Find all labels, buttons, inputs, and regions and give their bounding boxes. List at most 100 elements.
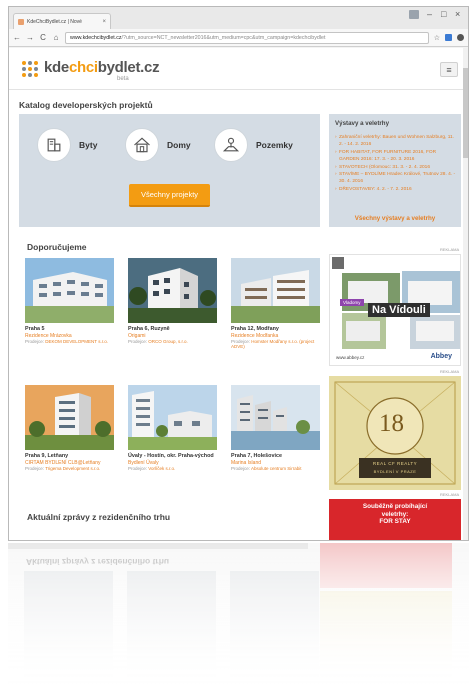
ad3-line1: Souběžně probíhající: [362, 503, 428, 510]
logo-dots-icon: [22, 61, 38, 77]
browser-tab[interactable]: KdeChciBydlet.cz | Nové ×: [13, 13, 111, 29]
project-card[interactable]: Praha 6, Ruzyně Origami Prodejce: ORCO G…: [128, 258, 217, 344]
project-photo: [231, 385, 320, 450]
reflection-content: Aktuální zprávy z rezidenčního trhu: [8, 543, 469, 687]
developer-prefix: Prodejce:: [128, 465, 148, 471]
project-card[interactable]: Úvaly - Hostín, okr. Praha-východ Bydlen…: [128, 385, 217, 471]
category-pozemky[interactable]: Pozemky: [214, 128, 293, 162]
exhibition-link[interactable]: DŘEVOSTAVBY: 4. 2. - 7. 2. 2016: [335, 186, 457, 194]
card-developer: Prodejce: Vorlíček s.r.o.: [128, 466, 217, 472]
forward-icon[interactable]: →: [26, 33, 34, 42]
card-developer: Prodejce: DEKOM DEVELOPMENT s.r.o.: [25, 339, 114, 345]
recommended-title: Doporučujeme: [27, 242, 87, 252]
address-bar[interactable]: www.kdechcibydlet.cz /?utm_source=NCT_ne…: [65, 31, 429, 44]
house-icon: [125, 128, 159, 162]
category-domy[interactable]: Domy: [125, 128, 191, 162]
card-location: Úvaly - Hostín, okr. Praha-východ: [128, 453, 214, 459]
ad2-line2: BYDLENÍ V PRAZE: [373, 469, 417, 474]
card-developer: Prodejce: ORCO Group, s.r.o.: [128, 339, 217, 345]
profile-icon[interactable]: [409, 10, 419, 19]
bookmark-star-icon[interactable]: ☆: [434, 34, 440, 42]
extension-icon[interactable]: [445, 34, 452, 41]
close-icon[interactable]: ×: [455, 9, 460, 19]
category-byty[interactable]: Byty: [37, 128, 97, 162]
ad1-url: www.abbey.cz: [336, 355, 365, 360]
project-card[interactable]: Praha 12, Modřany Rezidence Modřanka Pro…: [231, 258, 320, 350]
ad-banner-na-vidouli[interactable]: Vladomy Na Vídouli www.abbey.cz Abbey: [329, 254, 461, 366]
card-developer: Prodejce: Absolute centrum Sirrabit: [231, 466, 320, 472]
exhibition-link[interactable]: STAVOTECH (Olomouc: 31. 3. - 2. 4. 2016: [335, 164, 457, 172]
developer-name[interactable]: ORCO Group, s.r.o.: [148, 339, 188, 344]
developer-prefix: Prodejce:: [25, 338, 45, 344]
card-developer: Prodejce: Trigema Development s.r.o.: [25, 466, 114, 472]
exhibition-link[interactable]: FOR HABITAT, FOR FURNITURE 2016, FOR GAR…: [335, 149, 457, 164]
back-icon[interactable]: ←: [13, 33, 21, 42]
browser-window: KdeChciBydlet.cz | Nové × – □ × ← → C ⌂ …: [8, 6, 469, 541]
project-card[interactable]: Praha 7, Holešovice Marina Island Prodej…: [231, 385, 320, 471]
page-scrollbar[interactable]: [463, 48, 468, 540]
project-photo: [128, 385, 217, 450]
tab-title: KdeChciBydlet.cz | Nové: [27, 18, 82, 25]
home-icon[interactable]: ⌂: [52, 33, 60, 42]
tab-close-icon[interactable]: ×: [102, 19, 106, 25]
card-developer: Prodejce: Homster Modřany s.r.o. (projec…: [231, 339, 320, 350]
ad1-title: Na Vídouli: [368, 303, 430, 317]
exhibitions-list: Zahraniční veletrhy: Bauen und Wohnen Sa…: [335, 134, 457, 194]
ad1-badge: Vladomy: [340, 299, 364, 306]
ad-banner-for-stay[interactable]: Souběžně probíhající veletrhy: FOR STAY: [329, 499, 461, 540]
tab-strip: KdeChciBydlet.cz | Nové × – □ ×: [9, 7, 468, 29]
developer-prefix: Prodejce:: [231, 338, 251, 344]
exhibitions-title: Výstavy a veletrhy: [335, 120, 390, 127]
favicon-icon: [18, 18, 24, 25]
project-card[interactable]: Praha 9, Letňany CIRTAM BYDLENÍ CLB@Letň…: [25, 385, 114, 471]
developer-name[interactable]: Absolute centrum Sirrabit: [251, 466, 302, 471]
browser-menu-icon[interactable]: [457, 34, 464, 41]
ad3-line3: FOR STAY: [379, 518, 411, 525]
ad-label: REKLAMA: [440, 369, 460, 374]
project-photo: [128, 258, 217, 323]
category-label: Pozemky: [256, 140, 293, 150]
category-label: Byty: [79, 140, 98, 150]
url-host: www.kdechcibydlet.cz: [70, 34, 122, 41]
project-card[interactable]: Praha 5 Rezidence Mrázovka Prodejce: DEK…: [25, 258, 114, 344]
all-projects-button[interactable]: Všechny projekty: [129, 184, 210, 207]
reflection-fade: [8, 543, 469, 687]
url-path: /?utm_source=NCT_newsletter2016&utm_medi…: [121, 34, 326, 41]
ad2-line1: REAL CF REALTY: [372, 461, 418, 466]
site-logo[interactable]: kdechcibydlet.cz: [44, 59, 160, 76]
web-page: kdechcibydlet.cz beta ≡ Katalog develope…: [9, 48, 468, 540]
catalog-panel: Byty Domy Pozemky Všechny projekty: [19, 114, 320, 227]
ad1-brand: Abbey: [430, 353, 452, 360]
minimize-icon[interactable]: –: [427, 9, 432, 19]
developer-name[interactable]: Vorlíček s.r.o.: [148, 466, 175, 471]
ad-label: REKLAMA: [440, 247, 460, 252]
developer-prefix: Prodejce:: [25, 465, 45, 471]
developer-prefix: Prodejce:: [128, 338, 148, 344]
site-header: kdechcibydlet.cz beta ≡: [9, 48, 468, 90]
apartment-icon: [37, 128, 71, 162]
scrollbar-thumb[interactable]: [463, 68, 468, 158]
beta-label: beta: [117, 76, 129, 82]
project-photo: [25, 385, 114, 450]
screen-reflection: Aktuální zprávy z rezidenčního trhu: [8, 543, 469, 687]
ad-label: REKLAMA: [440, 492, 460, 497]
hamburger-menu-button[interactable]: ≡: [440, 62, 458, 77]
category-label: Domy: [167, 140, 191, 150]
land-plot-icon: [214, 128, 248, 162]
exhibition-link[interactable]: Zahraniční veletrhy: Bauen und Wohnen Sa…: [335, 134, 457, 149]
reload-icon[interactable]: C: [39, 33, 47, 42]
developer-name[interactable]: DEKOM DEVELOPMENT s.r.o.: [45, 339, 108, 344]
ad2-number: 18: [379, 410, 404, 437]
ad-banner-18[interactable]: 18 REAL CF REALTY BYDLENÍ V PRAZE: [329, 376, 461, 490]
toolbar: ← → C ⌂ www.kdechcibydlet.cz /?utm_sourc…: [9, 29, 468, 47]
developer-prefix: Prodejce:: [231, 465, 251, 471]
exhibition-link[interactable]: STAVÍME – BYDLÍME Hradec Králové, Trutno…: [335, 171, 457, 186]
developer-name[interactable]: Trigema Development s.r.o.: [45, 466, 100, 471]
logo-part-chci: chci: [68, 59, 98, 76]
news-title: Aktuální zprávy z rezidenčního trhu: [27, 512, 171, 522]
logo-part-bydlet: bydlet.cz: [97, 59, 160, 76]
logo-part-kde: kde: [44, 59, 69, 76]
all-exhibitions-link[interactable]: Všechny výstavy a veletrhy: [329, 215, 461, 222]
maximize-icon[interactable]: □: [441, 9, 446, 19]
exhibitions-panel: Výstavy a veletrhy Zahraniční veletrhy: …: [329, 114, 461, 227]
